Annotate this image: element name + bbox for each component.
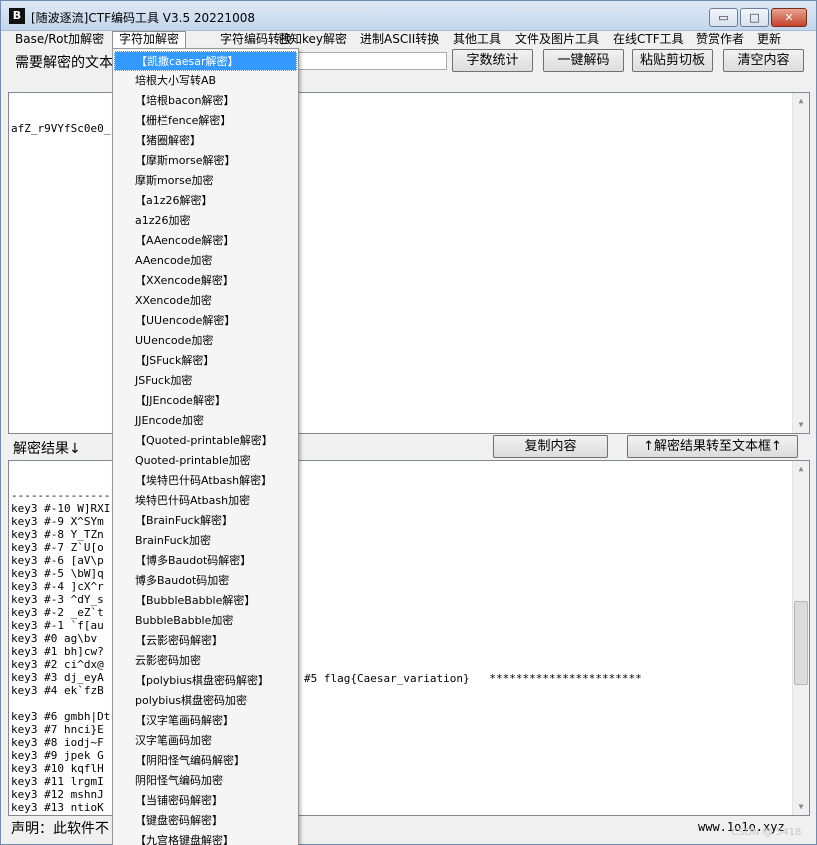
dropdown-item[interactable]: 【键盘密码解密】 <box>114 811 297 831</box>
dropdown-item[interactable]: UUencode加密 <box>114 331 297 351</box>
dropdown-item[interactable]: 博多Baudot码加密 <box>114 571 297 591</box>
dropdown-item[interactable]: JJEncode加密 <box>114 411 297 431</box>
dropdown-item[interactable]: 【九宫格键盘解密】 <box>114 831 297 845</box>
dropdown-item[interactable]: 培根大小写转AB <box>114 71 297 91</box>
dropdown-item[interactable]: 【polybius棋盘密码解密】 <box>114 671 297 691</box>
dropdown-item[interactable]: 【当铺密码解密】 <box>114 791 297 811</box>
dropdown-item[interactable]: 【埃特巴什码Atbash解密】 <box>114 471 297 491</box>
scroll-down-arrow-icon[interactable]: ▼ <box>793 417 809 433</box>
dropdown-item[interactable]: 【XXencode解密】 <box>114 271 297 291</box>
dropdown-item[interactable]: 【摩斯morse解密】 <box>114 151 297 171</box>
maximize-button[interactable]: □ <box>740 8 769 27</box>
dropdown-item[interactable]: AAencode加密 <box>114 251 297 271</box>
menu-base-rot[interactable]: Base/Rot加解密 <box>9 31 110 48</box>
dropdown-item[interactable]: BrainFuck加密 <box>114 531 297 551</box>
dropdown-item[interactable]: 【JSFuck解密】 <box>114 351 297 371</box>
window-title: [随波逐流]CTF编码工具 V3.5 20221008 <box>31 11 255 25</box>
result-label: 解密结果↓ <box>13 441 81 457</box>
dropdown-item[interactable]: 【阴阳怪气编码解密】 <box>114 751 297 771</box>
dropdown-item[interactable]: 【JJEncode解密】 <box>114 391 297 411</box>
dropdown-item[interactable]: 【Quoted-printable解密】 <box>114 431 297 451</box>
close-button[interactable]: ✕ <box>771 8 807 27</box>
title-bar: B [随波逐流]CTF编码工具 V3.5 20221008 ▭ □ ✕ <box>1 1 816 31</box>
dropdown-item[interactable]: polybius棋盘密码加密 <box>114 691 297 711</box>
dropdown-item[interactable]: 【AAencode解密】 <box>114 231 297 251</box>
dropdown-item[interactable]: 【猪圈解密】 <box>114 131 297 151</box>
dropdown-item[interactable]: 【UUencode解密】 <box>114 311 297 331</box>
dropdown-item[interactable]: 【BubbleBabble解密】 <box>114 591 297 611</box>
scroll-up-arrow-icon[interactable]: ▲ <box>793 93 809 109</box>
one-click-decode-button[interactable]: 一键解码 <box>543 49 624 72</box>
dropdown-item[interactable]: 【a1z26解密】 <box>114 191 297 211</box>
menu-char-crypto[interactable]: 字符加解密 <box>112 31 187 48</box>
clear-content-button[interactable]: 清空内容 <box>723 49 804 72</box>
dropdown-item[interactable]: BubbleBabble加密 <box>114 611 297 631</box>
result-scrollbar[interactable]: ▲ ▼ <box>792 461 809 815</box>
dropdown-item[interactable]: 【培根bacon解密】 <box>114 91 297 111</box>
dropdown-item[interactable]: 汉字笔画码加密 <box>114 731 297 751</box>
copy-content-button[interactable]: 复制内容 <box>493 435 608 458</box>
minimize-button[interactable]: ▭ <box>709 8 738 27</box>
dropdown-item[interactable]: 阴阳怪气编码加密 <box>114 771 297 791</box>
menu-bar: Base/Rot加解密 字符加解密 字符编码转换 已知key解密 进制ASCII… <box>1 31 816 48</box>
app-window: B [随波逐流]CTF编码工具 V3.5 20221008 ▭ □ ✕ Base… <box>0 0 817 845</box>
dropdown-item[interactable]: 【博多Baudot码解密】 <box>114 551 297 571</box>
menu-update[interactable]: 更新 <box>751 31 787 48</box>
dropdown-item[interactable]: 【BrainFuck解密】 <box>114 511 297 531</box>
watermark: CSDN @ 5418 <box>731 827 802 838</box>
menu-known-key[interactable]: 已知key解密 <box>272 31 353 48</box>
dropdown-item[interactable]: JSFuck加密 <box>114 371 297 391</box>
app-logo-icon: B <box>9 8 25 24</box>
dropdown-item[interactable]: 埃特巴什码Atbash加密 <box>114 491 297 511</box>
paste-clipboard-button[interactable]: 粘贴剪切板 <box>632 49 713 72</box>
input-scrollbar[interactable]: ▲ ▼ <box>792 93 809 433</box>
dropdown-item[interactable]: 云影密码加密 <box>114 651 297 671</box>
dropdown-item[interactable]: Quoted-printable加密 <box>114 451 297 471</box>
char-crypto-dropdown-menu: 【凯撒caesar解密】 培根大小写转AB 【培根bacon解密】 【栅栏fence解… <box>112 48 299 845</box>
dropdown-item[interactable]: 【汉字笔画码解密】 <box>114 711 297 731</box>
menu-donate[interactable]: 赞赏作者 <box>690 31 750 48</box>
flag-line: #5 flag{Caesar_variation} **************… <box>304 672 642 685</box>
dropdown-item[interactable]: XXencode加密 <box>114 291 297 311</box>
key-input[interactable] <box>297 52 447 70</box>
scroll-thumb[interactable] <box>794 601 808 685</box>
scroll-down-arrow-icon[interactable]: ▼ <box>793 799 809 815</box>
dropdown-item[interactable]: 【栅栏fence解密】 <box>114 111 297 131</box>
menu-radix-ascii[interactable]: 进制ASCII转换 <box>354 31 445 48</box>
transfer-result-button[interactable]: ↑解密结果转至文本框↑ <box>627 435 798 458</box>
menu-file-image-tools[interactable]: 文件及图片工具 <box>509 31 605 48</box>
dropdown-item[interactable]: 【云影密码解密】 <box>114 631 297 651</box>
dropdown-item[interactable]: 【凯撒caesar解密】 <box>114 51 297 71</box>
menu-other-tools[interactable]: 其他工具 <box>447 31 507 48</box>
word-count-button[interactable]: 字数统计 <box>452 49 533 72</box>
menu-online-ctf[interactable]: 在线CTF工具 <box>607 31 690 48</box>
dropdown-item[interactable]: 摩斯morse加密 <box>114 171 297 191</box>
dropdown-item[interactable]: a1z26加密 <box>114 211 297 231</box>
scroll-up-arrow-icon[interactable]: ▲ <box>793 461 809 477</box>
input-label: 需要解密的文本 <box>15 55 113 71</box>
disclaimer-text: 声明：此软件不 <box>11 821 109 837</box>
